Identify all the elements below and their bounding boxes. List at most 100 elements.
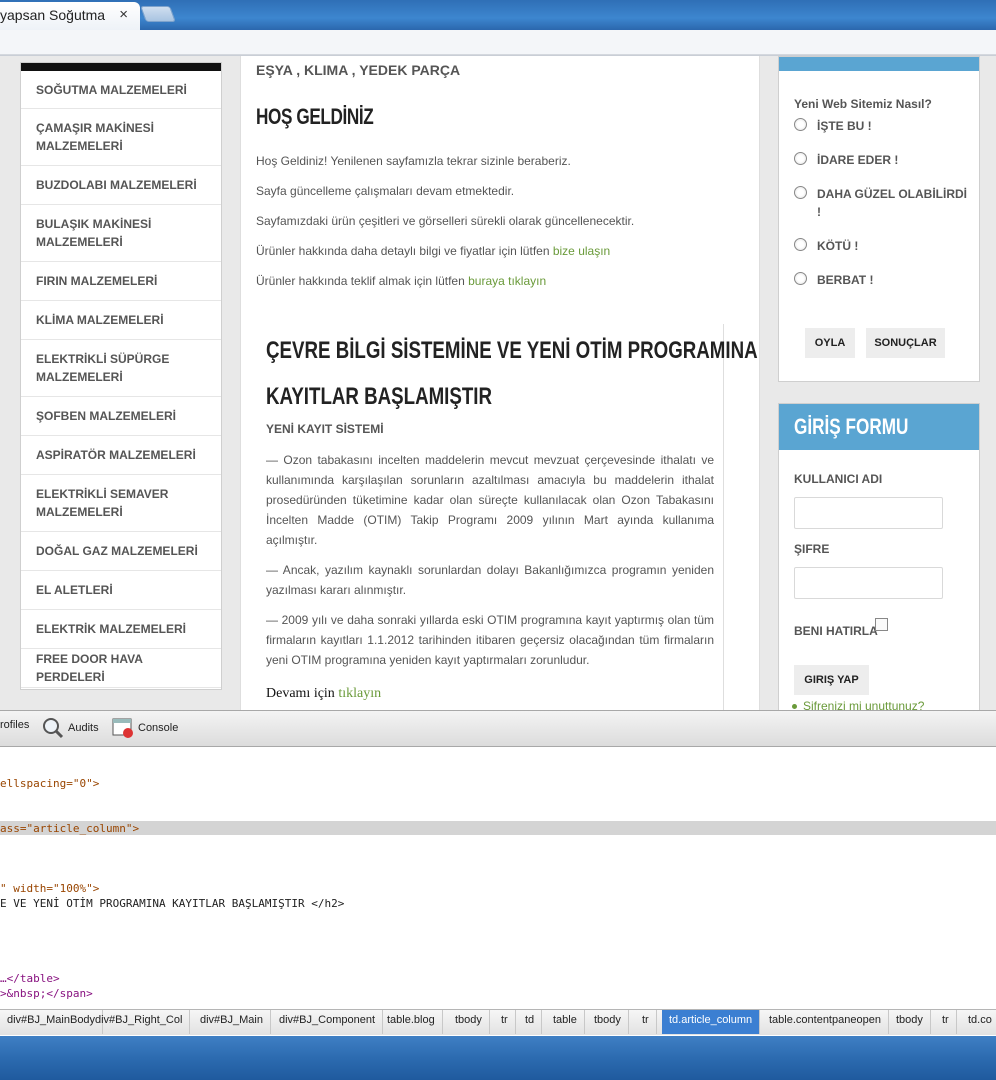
breadcrumb-item[interactable]: div#BJ_Main [193,1010,271,1034]
article-subtitle: YENİ KAYIT SİSTEMİ [266,422,384,436]
login-form-header: GİRİŞ FORMU [779,404,979,450]
dom-line[interactable]: …</table> [0,972,60,985]
dom-line[interactable]: " width="100%"> [0,882,99,895]
breadcrumb-item[interactable]: div#BJ_Right_Col [88,1010,191,1034]
welcome-line-2: Sayfa güncelleme çalışmaları devam etmek… [256,184,515,198]
sidebar-item[interactable]: FREE DOOR HAVA PERDELERİ [21,649,221,688]
sidebar-item[interactable]: ELEKTRİK MALZEMELERİ [21,610,221,649]
sidebar-item[interactable]: BULAŞIK MAKİNESİ MALZEMELERİ [21,205,221,262]
breadcrumb-item[interactable]: tbody [889,1010,931,1034]
login-form: GİRİŞ FORMU KULLANICI ADI ŞIFRE BENI HAT… [778,403,980,710]
read-more-link[interactable]: tıklayın [338,686,381,701]
radio-icon[interactable] [794,186,807,199]
sidebar-item[interactable]: KLİMA MALZEMELERİ [21,301,221,340]
poll-option[interactable]: İŞTE BU ! [794,117,974,135]
breadcrumb-item[interactable]: table.contentpaneopen [762,1010,889,1034]
sidebar-item[interactable]: EL ALETLERİ [21,571,221,610]
breadcrumb-item[interactable]: table [546,1010,585,1034]
results-button[interactable]: SONUÇLAR [866,328,945,358]
contact-line-text: Ürünler hakkında daha detaylı bilgi ve f… [256,244,550,258]
password-label: ŞIFRE [794,542,830,556]
welcome-line-3: Sayfamızdaki ürün çeşitleri ve görseller… [256,214,635,228]
contact-line: Ürünler hakkında daha detaylı bilgi ve f… [256,244,610,258]
offer-line: Ürünler hakkında teklif almak için lütfe… [256,274,546,288]
contact-link[interactable]: bize ulaşın [553,244,610,258]
breadcrumb-item[interactable]: table.blog [380,1010,443,1034]
dom-line[interactable]: E VE YENİ OTİM PROGRAMINA KAYITLAR BAŞLA… [0,897,344,910]
os-taskbar [0,1036,996,1080]
browser-tab-active[interactable]: yapsan Soğutma × [0,2,140,30]
radio-icon[interactable] [794,152,807,165]
sidebar-item[interactable]: DOĞAL GAZ MALZEMELERİ [21,532,221,571]
article-paragraph-3: — 2009 yılı ve daha sonraki yıllarda esk… [266,613,714,667]
read-more-text: Devamı için [266,686,335,701]
poll-question: Yeni Web Sitemiz Nasıl? [794,97,932,111]
radio-icon[interactable] [794,118,807,131]
poll-option-label: İDARE EDER ! [817,153,899,167]
remember-checkbox[interactable] [875,618,888,631]
devtools-panel: rofiles Audits Console ellspacing="0"> a… [0,710,996,1036]
sidebar-item[interactable]: ÇAMAŞIR MAKİNESİ MALZEMELERİ [21,109,221,166]
breadcrumb-item[interactable]: td.article_column [662,1010,761,1034]
browser-tab-title: yapsan Soğutma [0,7,106,23]
page-subheader: EŞYA , KLIMA , YEDEK PARÇA [256,62,461,78]
breadcrumb-item[interactable]: td [518,1010,543,1034]
breadcrumb-item[interactable]: tr [935,1010,957,1034]
welcome-line-1: Hoş Geldiniz! Yenilenen sayfamızla tekra… [256,154,571,168]
login-button[interactable]: GIRIŞ YAP [794,665,869,695]
devtools-toolbar: rofiles Audits Console [0,711,996,747]
devtools-tab-label: rofiles [0,719,30,731]
breadcrumb-item[interactable]: tbody [587,1010,629,1034]
bullet-icon [792,704,797,709]
devtools-breadcrumbs: div#BJ_MainBody div#BJ_Right_Col div#BJ_Ma… [0,1009,996,1035]
poll-option[interactable]: İDARE EDER ! [794,151,974,169]
devtools-tab-audits[interactable]: Audits [42,717,99,739]
breadcrumb-item[interactable]: tbody [448,1010,490,1034]
sidebar-item[interactable]: SOĞUTMA MALZEMELERİ [21,71,221,109]
poll-option-label: DAHA GÜZEL OLABİLİRDİ ! [817,187,967,219]
article-title-line-2: KAYITLAR BAŞLAMIŞTIR [266,383,493,410]
radio-icon[interactable] [794,272,807,285]
devtools-tab-console[interactable]: Console [112,717,178,739]
poll-option[interactable]: DAHA GÜZEL OLABİLİRDİ ! [794,185,974,221]
breadcrumb-item[interactable]: tr [635,1010,657,1034]
category-menu: SOĞUTMA MALZEMELERİ ÇAMAŞIR MAKİNESİ MALZ… [20,62,222,690]
breadcrumb-item[interactable]: td.co [961,1010,996,1034]
sidebar-item[interactable]: ELEKTRİKLİ SEMAVER MALZEMELERİ [21,475,221,532]
article-paragraph-1: — Ozon tabakasını incelten maddelerin me… [266,453,714,547]
sidebar-item[interactable]: ASPİRATÖR MALZEMELERİ [21,436,221,475]
username-label: KULLANICI ADI [794,472,883,486]
devtools-tab-label: Audits [68,722,99,734]
vote-button[interactable]: OYLA [805,328,855,358]
sidebar-item[interactable]: FIRIN MALZEMELERİ [21,262,221,301]
audits-icon [43,718,64,739]
radio-icon[interactable] [794,238,807,251]
browser-tab-strip: yapsan Soğutma × [0,0,996,30]
selected-node-highlight [0,821,996,835]
breadcrumb-item[interactable]: div#BJ_Component [272,1010,384,1034]
page-viewport: SOĞUTMA MALZEMELERİ ÇAMAŞIR MAKİNESİ MALZ… [0,56,996,710]
dom-line[interactable]: ellspacing="0"> [0,777,99,790]
new-tab-button[interactable] [140,6,176,22]
article-paragraph-2: — Ancak, yazılım kaynaklı sorunlardan do… [266,563,714,597]
password-input[interactable] [794,567,943,599]
dom-line[interactable]: >&nbsp;</span> [0,987,93,1000]
dom-line-text: ellspacing="0"> [0,777,100,790]
username-input[interactable] [794,497,943,529]
close-icon[interactable]: × [119,6,128,23]
main-column: EŞYA , KLIMA , YEDEK PARÇA HOŞ GELDİNİZ … [240,56,760,710]
poll-option[interactable]: KÖTÜ ! [794,237,974,255]
breadcrumb-item[interactable]: tr [494,1010,516,1034]
offer-link[interactable]: buraya tıklayın [468,274,546,288]
devtools-tab-profiles[interactable]: rofiles [0,719,29,731]
poll-option-label: İŞTE BU ! [817,119,872,133]
sidebar-item[interactable]: BUZDOLABI MALZEMELERİ [21,166,221,205]
article: ÇEVRE BİLGİ SİSTEMİNE VE YENİ OTİM PROGR… [256,324,758,710]
dom-line-text: >&nbsp;</span> [0,987,93,1000]
sidebar-item[interactable]: ŞOFBEN MALZEMELERİ [21,397,221,436]
poll-option[interactable]: BERBAT ! [794,271,974,289]
forgot-password-link[interactable]: Şifrenizi mi unuttunuz? [803,699,924,710]
dom-line-selected[interactable]: ass="article_column"> [0,822,139,835]
poll-option-label: BERBAT ! [817,273,874,287]
sidebar-item[interactable]: ELEKTRİKLİ SÜPÜRGE MALZEMELERİ [21,340,221,397]
